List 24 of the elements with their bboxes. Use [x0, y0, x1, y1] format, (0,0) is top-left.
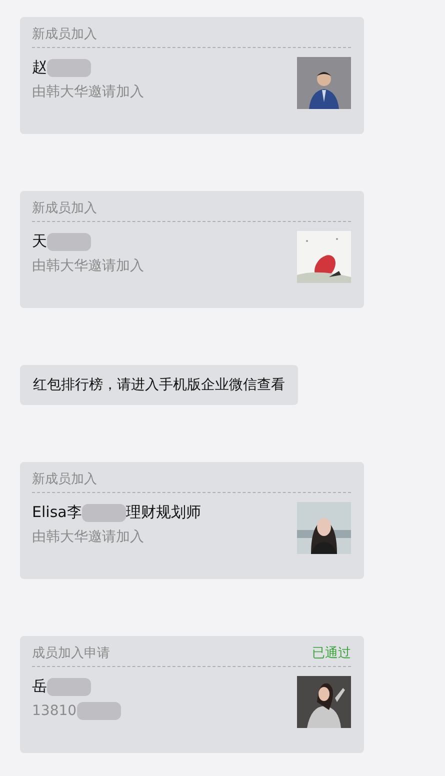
redaction-blur [82, 504, 126, 522]
member-detail: 由韩大华邀请加入 [32, 83, 144, 101]
member-card[interactable]: 新成员加入 Elisa李 理财规划师 由韩大华邀请加入 [20, 462, 364, 579]
message-bubble: 红包排行榜，请进入手机版企业微信查看 [20, 365, 298, 405]
member-detail: 由韩大华邀请加入 [32, 257, 144, 275]
member-name: Elisa李 [32, 503, 82, 522]
card-header: 新成员加入 [32, 200, 97, 217]
card-header: 新成员加入 [32, 471, 97, 488]
member-detail: 由韩大华邀请加入 [32, 528, 144, 546]
member-detail: 13810 [32, 703, 77, 719]
member-card[interactable]: 新成员加入 天 由韩大华邀请加入 [20, 191, 364, 308]
member-name: 赵 [32, 58, 47, 77]
approval-status: 已通过 [312, 645, 351, 662]
redaction-blur [76, 702, 121, 720]
card-header: 新成员加入 [32, 26, 97, 43]
member-card[interactable]: 新成员加入 赵 由韩大华邀请加入 [20, 17, 364, 134]
redaction-blur [47, 58, 91, 76]
member-name: 理财规划师 [126, 503, 201, 522]
redaction-blur [47, 232, 91, 250]
redaction-blur [47, 678, 91, 696]
member-name: 岳 [32, 677, 47, 696]
member-name: 天 [32, 232, 47, 251]
member-card[interactable]: 成员加入申请 已通过 岳 13810 [20, 636, 364, 753]
card-header: 成员加入申请 [32, 645, 110, 662]
